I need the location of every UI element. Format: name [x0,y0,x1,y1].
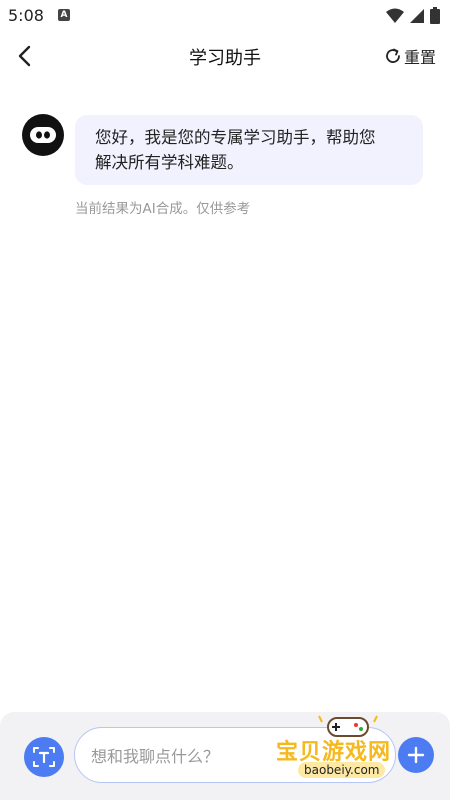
cell-signal-icon [410,8,424,23]
assistant-message-bubble: 您好，我是您的专属学习助手，帮助您 解决所有学科难题。 [75,115,423,185]
notification-a-icon: A [58,9,70,21]
input-placeholder: 想和我聊点什么？ [91,747,220,766]
page-title: 学习助手 [189,48,261,69]
ai-disclaimer: 当前结果为AI合成。仅供参考 [75,201,251,217]
wifi-icon [386,8,404,23]
status-bar: 5:08 A [0,0,450,32]
battery-icon [430,7,440,24]
refresh-icon [386,48,400,63]
reset-button[interactable]: 重置 [384,44,436,68]
watermark-url: baobeiy.com [298,762,386,778]
watermark-logo: 宝贝游戏网 baobeiy.com [276,712,426,792]
message-line: 您好，我是您的专属学习助手，帮助您 [95,128,376,147]
status-icons [386,7,440,24]
text-mode-button[interactable] [24,737,64,777]
robot-face-icon [30,127,56,143]
text-scan-icon [33,747,55,767]
message-line: 解决所有学科难题。 [95,153,244,172]
assistant-avatar [22,114,64,156]
reset-label: 重置 [403,48,436,67]
app-bar: 学习助手 重置 [0,32,450,80]
status-time: 5:08 [8,6,44,25]
